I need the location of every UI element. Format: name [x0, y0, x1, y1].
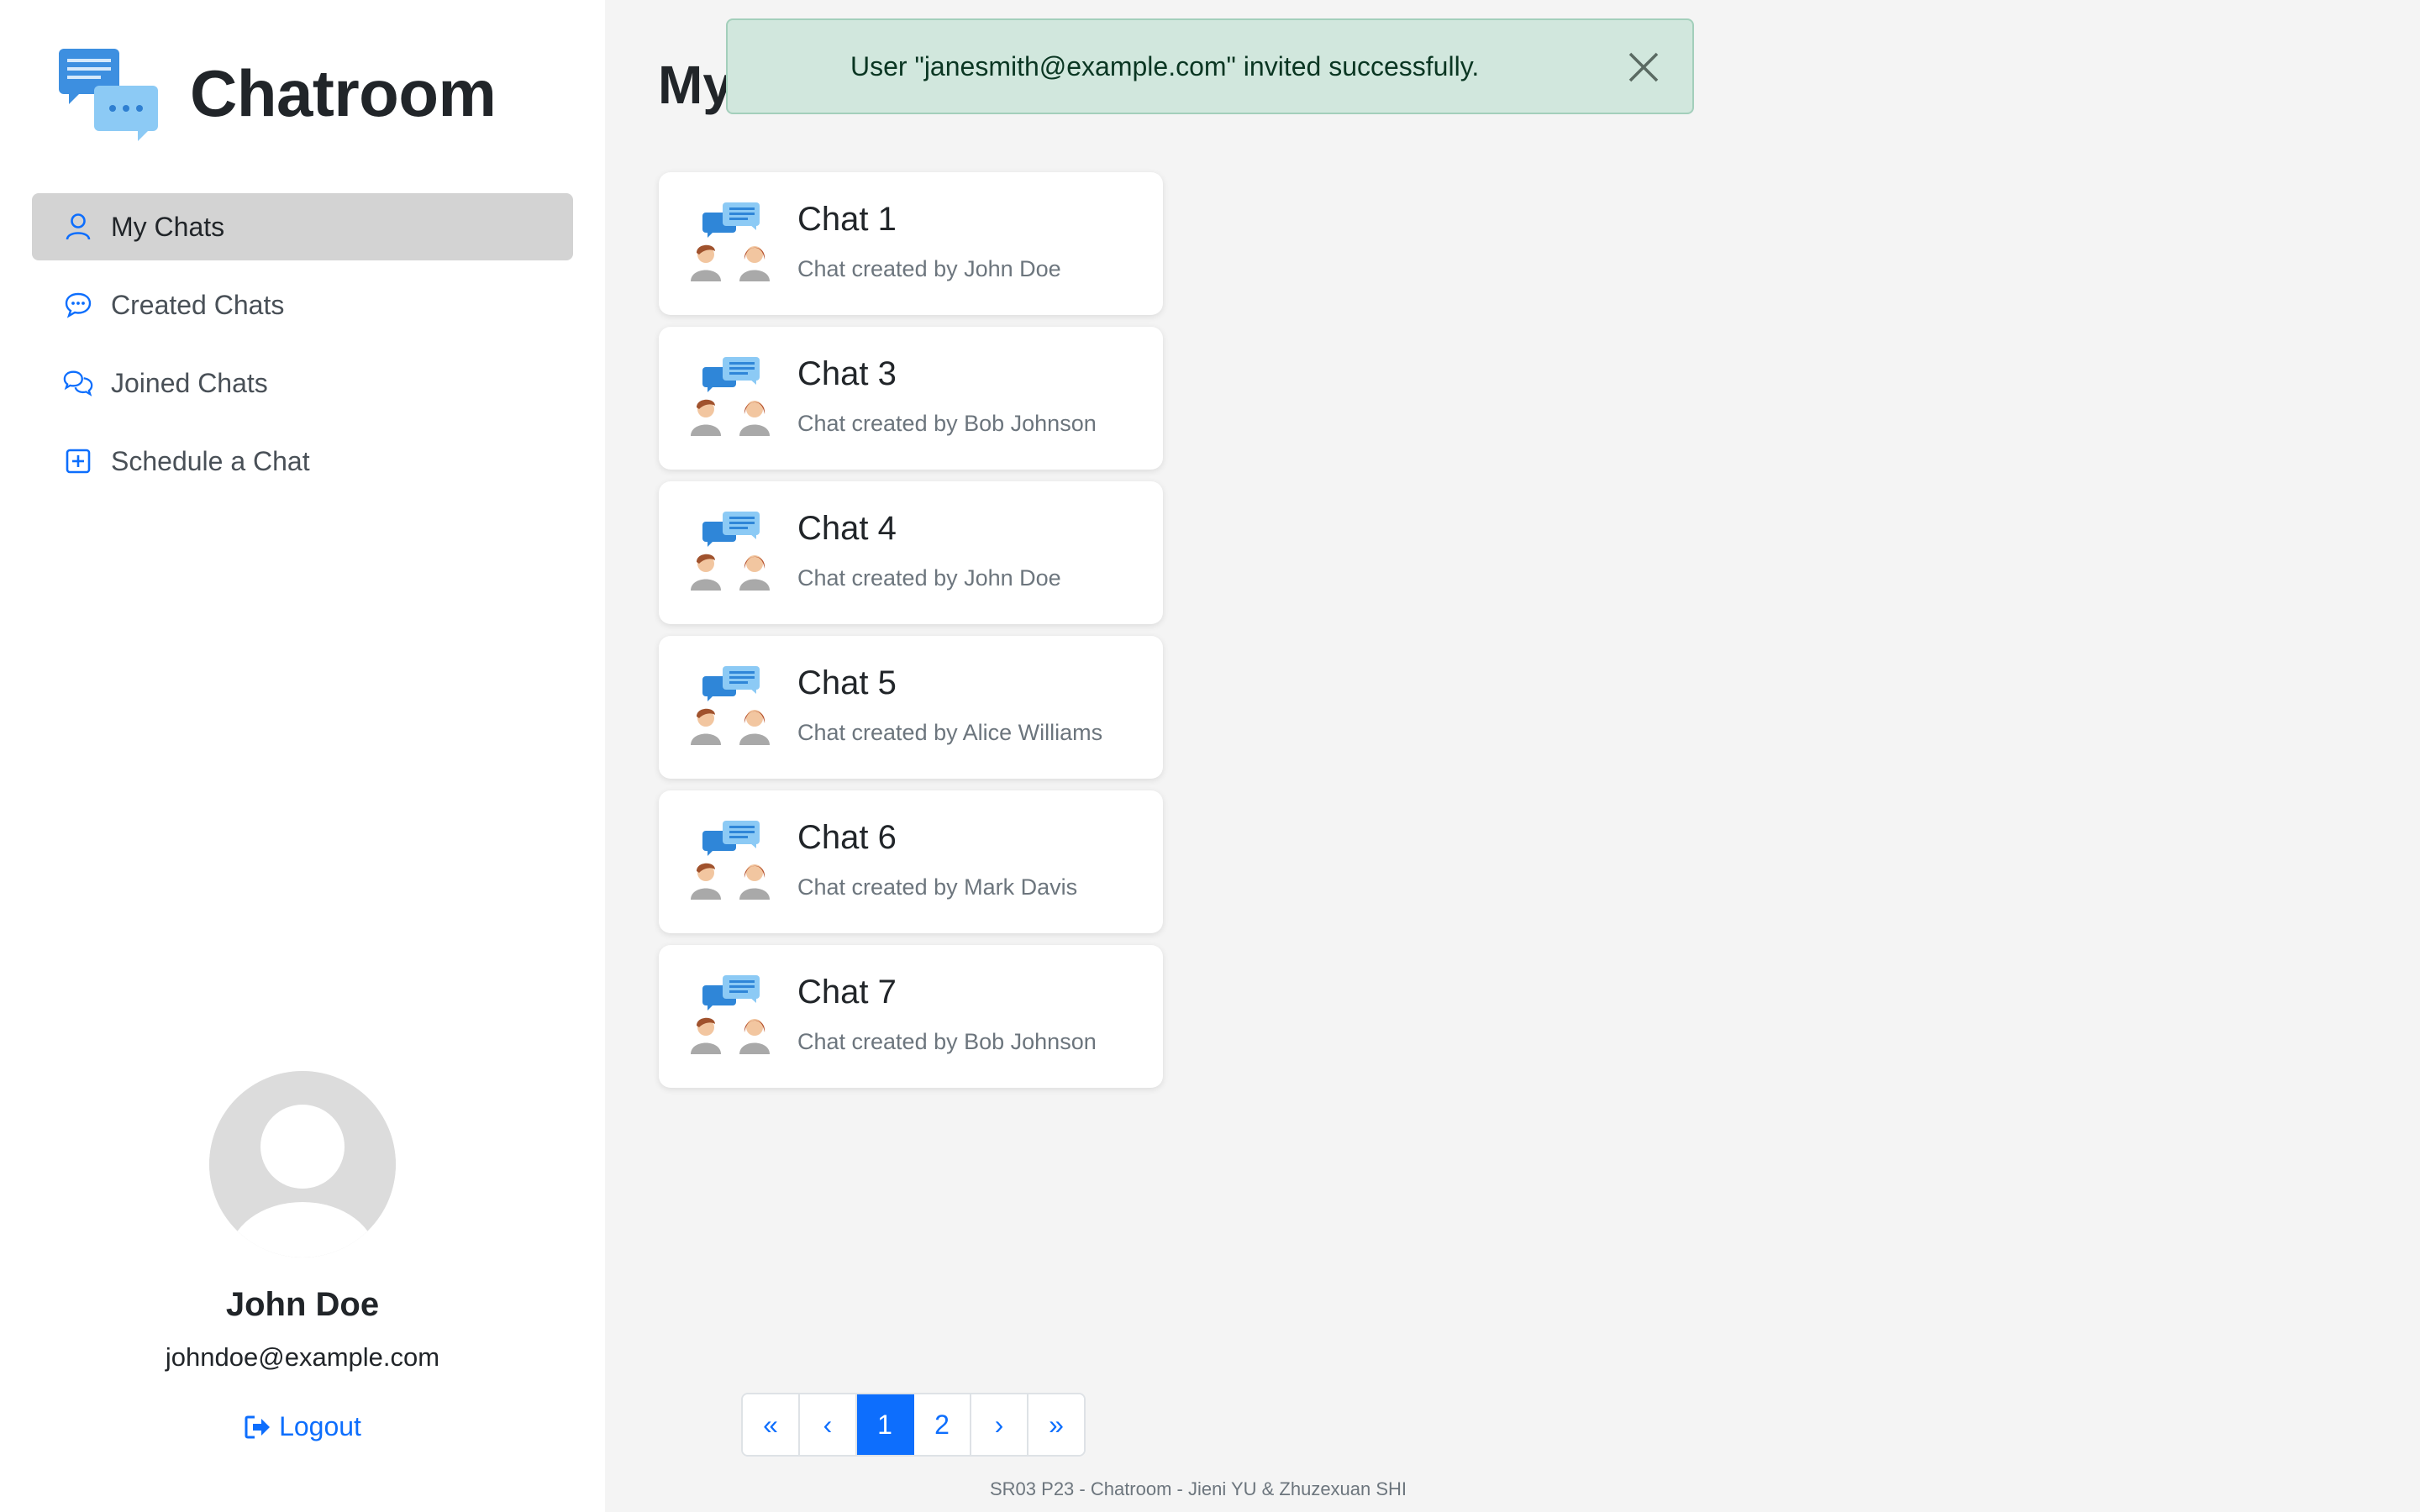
alert-message: User "janesmith@example.com" invited suc… — [850, 50, 1480, 81]
user-name: John Doe — [225, 1286, 380, 1323]
chat-creator: Chat created by John Doe — [797, 256, 1061, 281]
chat-dots-icon — [62, 289, 94, 321]
footer-text: SR03 P23 - Chatroom - Jieni YU & Zhuzexu… — [990, 1478, 1407, 1499]
plus-square-icon — [62, 445, 94, 477]
chat-list: Chat 1 Chat created by John Doe Chat 3 C… — [659, 172, 1163, 1100]
close-icon[interactable] — [1627, 50, 1660, 84]
sidebar: Chatroom My Chats Created Chats Joined C… — [0, 0, 605, 1512]
group-chat-icon — [689, 355, 770, 436]
chat-creator: Chat created by Alice Williams — [797, 720, 1103, 745]
last-page-button[interactable]: » — [1028, 1394, 1084, 1455]
sidebar-item-joined-chats[interactable]: Joined Chats — [32, 349, 573, 417]
chats-icon — [62, 367, 94, 399]
chat-title: Chat 6 — [797, 819, 897, 856]
chat-card[interactable]: Chat 3 Chat created by Bob Johnson — [659, 327, 1163, 470]
chat-card[interactable]: Chat 7 Chat created by Bob Johnson — [659, 945, 1163, 1088]
pagination: « ‹ 1 2 › » — [741, 1393, 1086, 1457]
next-page-button[interactable]: › — [971, 1394, 1028, 1455]
chat-card[interactable]: Chat 4 Chat created by John Doe — [659, 481, 1163, 624]
user-email: johndoe@example.com — [165, 1342, 440, 1372]
logout-icon — [245, 1415, 271, 1438]
success-alert: User "janesmith@example.com" invited suc… — [726, 18, 1694, 114]
sidebar-item-schedule-chat[interactable]: Schedule a Chat — [32, 428, 573, 495]
person-icon — [62, 211, 94, 243]
logout-label: Logout — [279, 1411, 361, 1441]
page-2-button[interactable]: 2 — [914, 1394, 971, 1455]
group-chat-icon — [689, 510, 770, 591]
sidebar-item-created-chats[interactable]: Created Chats — [32, 271, 573, 339]
prev-page-button[interactable]: ‹ — [800, 1394, 857, 1455]
sidebar-item-label: Joined Chats — [111, 367, 268, 398]
logout-button[interactable]: Logout — [244, 1411, 361, 1442]
user-profile: John Doe johndoe@example.com Logout — [0, 1071, 605, 1445]
sidebar-item-label: Schedule a Chat — [111, 445, 310, 476]
app-title: Chatroom — [190, 55, 497, 130]
group-chat-icon — [689, 201, 770, 281]
page-1-button[interactable]: 1 — [857, 1394, 914, 1455]
group-chat-icon — [689, 819, 770, 900]
brand[interactable]: Chatroom — [57, 45, 497, 141]
sidebar-item-label: Created Chats — [111, 289, 285, 320]
first-page-button[interactable]: « — [743, 1394, 800, 1455]
group-chat-icon — [689, 664, 770, 745]
chat-creator: Chat created by Bob Johnson — [797, 1029, 1097, 1054]
chat-creator: Chat created by Mark Davis — [797, 874, 1078, 900]
chat-card[interactable]: Chat 6 Chat created by Mark Davis — [659, 790, 1163, 933]
chat-creator: Chat created by Bob Johnson — [797, 411, 1097, 436]
chat-title: Chat 4 — [797, 510, 897, 547]
chat-card[interactable]: Chat 1 Chat created by John Doe — [659, 172, 1163, 315]
chat-card[interactable]: Chat 5 Chat created by Alice Williams — [659, 636, 1163, 779]
sidebar-item-label: My Chats — [111, 211, 225, 242]
sidebar-nav: My Chats Created Chats Joined Chats Sche… — [32, 193, 573, 506]
sidebar-item-my-chats[interactable]: My Chats — [32, 193, 573, 260]
group-chat-icon — [689, 974, 770, 1054]
chat-creator: Chat created by John Doe — [797, 565, 1061, 591]
chat-title: Chat 3 — [797, 355, 897, 392]
chat-title: Chat 7 — [797, 974, 897, 1011]
chat-title: Chat 5 — [797, 664, 897, 701]
chatroom-logo-icon — [57, 45, 160, 141]
chat-title: Chat 1 — [797, 201, 897, 238]
avatar — [209, 1071, 396, 1257]
